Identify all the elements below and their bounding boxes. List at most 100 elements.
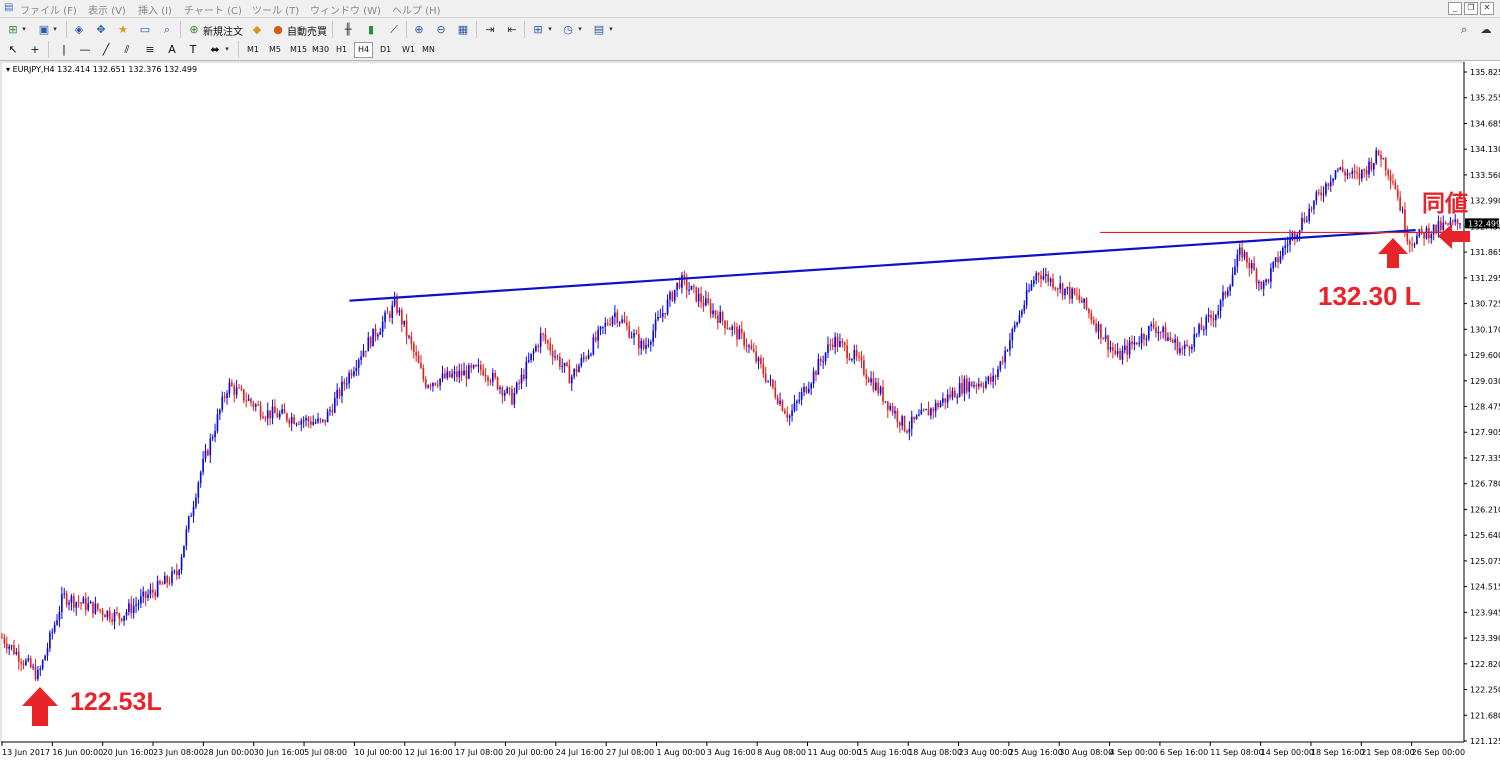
timeframe-m1[interactable]: M1 xyxy=(244,43,262,57)
new-order-button[interactable]: 新規注文 xyxy=(203,23,243,38)
candle-body xyxy=(618,322,621,324)
candlestick-icon[interactable]: ▮ xyxy=(363,22,379,37)
timeframe-h1[interactable]: H1 xyxy=(333,43,350,57)
chat-icon[interactable]: ☁ xyxy=(1478,22,1494,37)
templates-icon[interactable]: ▤ xyxy=(591,22,607,37)
candle-body xyxy=(518,382,520,384)
arrows-icon[interactable]: ⬌ xyxy=(207,42,223,57)
indicators-icon[interactable]: ⊞ xyxy=(530,22,546,37)
timeframe-m30[interactable]: M30 xyxy=(309,43,332,57)
templates-dropdown-icon[interactable]: ▾ xyxy=(607,22,615,37)
candle-body xyxy=(1286,244,1289,246)
profiles-icon[interactable]: ▣ xyxy=(36,22,52,37)
menu-insert[interactable]: 挿入 (I) xyxy=(138,2,172,17)
vertical-line-icon[interactable]: | xyxy=(56,42,72,57)
timeframe-m15[interactable]: M15 xyxy=(287,43,310,57)
candle-body xyxy=(822,361,825,363)
auto-scroll-icon[interactable]: ⇤ xyxy=(504,22,520,37)
menu-view[interactable]: 表示 (V) xyxy=(88,2,126,17)
menu-tools[interactable]: ツール (T) xyxy=(252,2,299,17)
candle-body xyxy=(920,409,923,415)
trendline-icon[interactable]: ╱ xyxy=(98,42,114,57)
text-label-icon[interactable]: T xyxy=(185,42,201,57)
fibonacci-icon[interactable]: ≡ xyxy=(142,42,158,57)
timeframe-w1[interactable]: W1 xyxy=(399,43,418,57)
menu-window[interactable]: ウィンドウ (W) xyxy=(310,2,381,17)
line-chart-icon[interactable]: ⟋ xyxy=(386,22,402,37)
cursor-icon[interactable]: ↖ xyxy=(5,42,21,57)
menu-file[interactable]: ファイル (F) xyxy=(20,2,77,17)
indicators-dropdown-icon[interactable]: ▾ xyxy=(546,22,554,37)
timeframe-d1[interactable]: D1 xyxy=(377,43,394,57)
candle-body xyxy=(1442,222,1445,230)
close-icon[interactable]: ✕ xyxy=(1480,2,1494,15)
periods-dropdown-icon[interactable]: ▾ xyxy=(576,22,584,37)
chart-title: ▾ EURJPY,H4 132.414 132.651 132.376 132.… xyxy=(6,65,198,74)
candle-body xyxy=(89,601,92,604)
profiles-dropdown-icon[interactable]: ▾ xyxy=(51,22,59,37)
candle-body xyxy=(1035,273,1038,281)
metaeditor-icon[interactable]: ◆ xyxy=(249,22,265,37)
price-chart[interactable]: 135.825 135.255 134.685 134.130 133.560 132.9… xyxy=(0,61,1500,762)
candle-body xyxy=(400,310,403,325)
candle-body xyxy=(716,315,719,323)
new-order-icon[interactable]: ⊕ xyxy=(186,22,202,37)
minimize-icon[interactable]: _ xyxy=(1448,2,1462,15)
candle-body xyxy=(259,405,262,417)
candle-body xyxy=(891,406,894,414)
menu-help[interactable]: ヘルプ (H) xyxy=(392,2,441,17)
candle-body xyxy=(72,596,75,608)
navigator-icon[interactable]: ★ xyxy=(115,22,131,37)
trendline[interactable] xyxy=(349,229,1416,302)
candle-body xyxy=(597,329,599,341)
y-tick-label: 133.560 xyxy=(1470,171,1500,180)
periods-icon[interactable]: ◷ xyxy=(560,22,576,37)
timeframe-h4[interactable]: H4 xyxy=(354,42,374,58)
zoom-in-icon[interactable]: ⊕ xyxy=(411,22,427,37)
new-chart-dropdown-icon[interactable]: ▾ xyxy=(20,22,28,37)
data-window-icon[interactable]: ✥ xyxy=(93,22,109,37)
bar-chart-icon[interactable]: ╫ xyxy=(340,22,356,37)
candle-body xyxy=(1344,171,1346,176)
text-icon[interactable]: A xyxy=(164,42,180,57)
chart-shift-icon[interactable]: ⇥ xyxy=(482,22,498,37)
candle-body xyxy=(513,392,516,405)
candle-body xyxy=(958,383,961,397)
candle-body xyxy=(621,319,623,323)
zoom-out-icon[interactable]: ⊖ xyxy=(433,22,449,37)
search-icon[interactable]: ⌕ xyxy=(1456,22,1472,37)
restore-icon[interactable]: ❐ xyxy=(1464,2,1478,15)
auto-trade-icon[interactable]: ● xyxy=(270,22,286,37)
tester-icon[interactable]: ⌕ xyxy=(159,22,175,37)
tile-windows-icon[interactable]: ▦ xyxy=(455,22,471,37)
candle-body xyxy=(65,593,68,605)
candle-body xyxy=(695,286,698,302)
crosshair-icon[interactable]: + xyxy=(27,42,43,57)
candle-body xyxy=(230,382,233,387)
candle-body xyxy=(503,392,506,396)
candle-body xyxy=(1356,172,1358,174)
arrows-dropdown-icon[interactable]: ▾ xyxy=(223,42,231,57)
candle-body xyxy=(1049,278,1052,282)
candle-body xyxy=(355,367,358,372)
candle-body xyxy=(1231,275,1234,286)
timeframe-mn[interactable]: MN xyxy=(419,43,438,57)
channel-icon[interactable]: ⫽ xyxy=(119,42,135,57)
candle-body xyxy=(908,428,911,433)
horizontal-line-icon[interactable]: — xyxy=(77,42,93,57)
candle-body xyxy=(1,637,3,639)
candle-body xyxy=(532,351,535,354)
candle-body xyxy=(999,361,1002,370)
timeframe-m5[interactable]: M5 xyxy=(266,43,284,57)
new-chart-icon[interactable]: ⊞ xyxy=(5,22,21,37)
candle-body xyxy=(626,322,628,326)
candle-body xyxy=(851,359,853,361)
menu-chart[interactable]: チャート (C) xyxy=(184,2,242,17)
terminal-icon[interactable]: ▭ xyxy=(137,22,153,37)
candle-body xyxy=(1387,170,1390,176)
candle-body xyxy=(642,340,645,349)
candle-body xyxy=(1131,341,1133,345)
market-watch-icon[interactable]: ◈ xyxy=(71,22,87,37)
candle-body xyxy=(367,337,370,352)
auto-trade-button[interactable]: 自動売買 xyxy=(287,23,327,38)
